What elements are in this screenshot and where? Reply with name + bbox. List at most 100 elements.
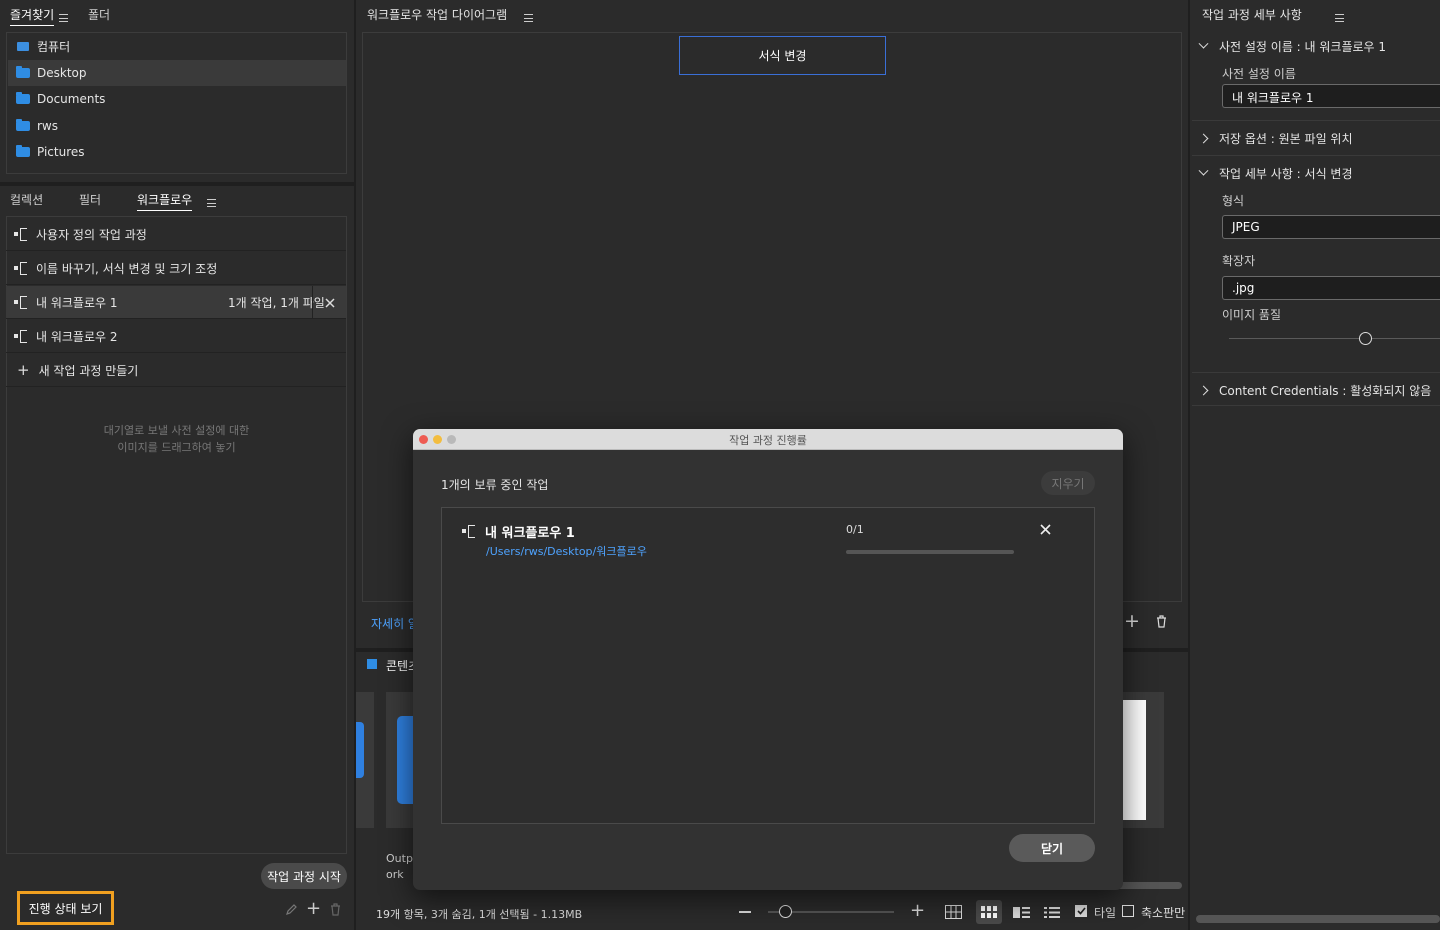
drop-hint-line-1: 대기열로 보낼 사전 설정에 대한	[103, 424, 250, 437]
remove-workflow-button[interactable]	[312, 286, 346, 319]
status-text: 19개 항목, 3개 숨김, 1개 선택됨 - 1.13MB	[376, 908, 583, 921]
add-workflow-icon[interactable]: +	[306, 898, 321, 919]
format-select[interactable]: JPEG	[1222, 215, 1440, 239]
thumbnails-only-checkbox[interactable]	[1122, 905, 1134, 917]
favorite-item-rws[interactable]: rws	[8, 113, 346, 139]
favorite-label: 컴퓨터	[37, 39, 71, 54]
folder-icon	[16, 92, 30, 104]
tile-checkbox[interactable]	[1075, 905, 1087, 917]
monitor-icon	[17, 41, 29, 51]
workflow-icon	[14, 296, 30, 309]
image-thumbnail-preview	[1122, 700, 1146, 820]
tab-filters[interactable]: 필터	[79, 191, 101, 208]
detail-view-button[interactable]	[1009, 901, 1033, 923]
divider	[1192, 155, 1440, 156]
add-task-icon[interactable]: +	[1124, 610, 1140, 632]
workflow-item-custom[interactable]: 사용자 정의 작업 과정	[6, 218, 346, 251]
list-icon	[1044, 906, 1060, 918]
task-details-section-header[interactable]: 작업 세부 사항 : 서식 변경	[1196, 157, 1440, 189]
job-list: 내 워크플로우 1 /Users/rws/Desktop/워크플로우 0/1	[441, 507, 1095, 824]
favorite-item-computer[interactable]: 컴퓨터	[8, 33, 346, 59]
favorite-label: rws	[37, 119, 58, 133]
start-workflow-button[interactable]: 작업 과정 시작	[261, 863, 347, 889]
details-title: 작업 과정 세부 사항	[1202, 8, 1302, 22]
workflow-item-my-workflow-1[interactable]: 내 워크플로우 1 1개 작업, 1개 파일	[6, 286, 346, 319]
favorites-menu-icon[interactable]	[59, 13, 68, 22]
tab-folders[interactable]: 폴더	[88, 6, 110, 23]
edit-icon[interactable]	[286, 904, 297, 915]
learn-more-link[interactable]: 자세히 알	[371, 615, 419, 632]
chevron-down-icon	[1198, 165, 1209, 176]
grid-icon	[944, 905, 962, 919]
diagram-title: 워크플로우 작업 다이어그램	[367, 8, 508, 22]
details-menu-icon[interactable]	[1335, 13, 1345, 22]
trash-icon[interactable]	[330, 903, 341, 916]
task-details-section-label: 작업 세부 사항 : 서식 변경	[1219, 166, 1353, 181]
divider	[1192, 120, 1440, 121]
diagram-node-format-change[interactable]: 서식 변경	[679, 36, 886, 75]
dialog-close-button[interactable]: 닫기	[1009, 834, 1095, 862]
diagram-node-label: 서식 변경	[758, 49, 807, 63]
folder-icon	[16, 119, 30, 131]
favorite-item-desktop[interactable]: Desktop	[8, 60, 346, 86]
view-progress-label: 진행 상태 보기	[28, 901, 103, 916]
extension-select[interactable]: .jpg	[1222, 276, 1440, 300]
favorite-label: Pictures	[37, 145, 85, 159]
tab-workflows[interactable]: 워크플로우	[137, 191, 193, 211]
thumbnails-only-label: 축소판만	[1141, 906, 1186, 920]
content-credentials-section-header[interactable]: Content Credentials : 활성화되지 않음	[1196, 374, 1440, 406]
details-scrollbar[interactable]	[1196, 915, 1440, 923]
divider	[1192, 372, 1440, 373]
image-quality-label: 이미지 품질	[1222, 308, 1282, 322]
list-view-button[interactable]	[1040, 901, 1064, 923]
pending-count: 1개의 보류 중인 작업	[441, 478, 549, 492]
format-label: 형식	[1222, 194, 1245, 208]
cancel-job-button[interactable]	[1040, 524, 1051, 538]
tab-collections[interactable]: 컬렉션	[10, 191, 43, 208]
diagram-menu-icon[interactable]	[523, 13, 533, 22]
grid-view-button[interactable]	[941, 901, 965, 923]
workflow-label: 이름 바꾸기, 서식 변경 및 크기 조정	[36, 261, 218, 276]
clear-button[interactable]: 지우기	[1041, 471, 1095, 495]
folder-thumbnail-icon	[397, 716, 414, 804]
save-options-section-label: 저장 옵션 : 원본 파일 위치	[1219, 131, 1353, 146]
zoom-in-button[interactable]: +	[910, 900, 925, 921]
zoom-out-button[interactable]	[739, 911, 751, 913]
zoom-slider-handle[interactable]	[779, 905, 792, 918]
chevron-right-icon	[1198, 133, 1209, 143]
favorite-item-pictures[interactable]: Pictures	[8, 139, 346, 165]
thumbnail-view-button[interactable]	[976, 900, 1002, 924]
view-progress-button[interactable]: 진행 상태 보기	[17, 891, 114, 925]
plus-icon: +	[17, 361, 30, 379]
workflow-icon	[14, 330, 30, 343]
new-workflow-button[interactable]: + 새 작업 과정 만들기	[6, 354, 346, 387]
favorite-label: Documents	[37, 92, 106, 106]
folder-thumbnail-partial[interactable]	[356, 722, 364, 778]
divider	[1192, 405, 1440, 406]
new-workflow-label: 새 작업 과정 만들기	[38, 363, 139, 378]
dialog-title: 작업 과정 진행률	[729, 434, 807, 447]
progress-dialog: 작업 과정 진행률 1개의 보류 중인 작업 지우기 내 워크플로우 1 /Us…	[413, 429, 1123, 890]
dialog-titlebar: 작업 과정 진행률	[413, 429, 1123, 450]
delete-task-icon[interactable]	[1156, 615, 1167, 628]
preset-section-header[interactable]: 사전 설정 이름 : 내 워크플로우 1	[1196, 30, 1440, 62]
workflow-label: 사용자 정의 작업 과정	[36, 227, 147, 242]
workflow-label: 내 워크플로우 2	[36, 329, 118, 344]
content-credentials-section-label: Content Credentials : 활성화되지 않음	[1219, 383, 1432, 398]
drop-hint: 대기열로 보낼 사전 설정에 대한 이미지를 드래그하여 놓기	[6, 422, 347, 456]
tab-favorites[interactable]: 즐겨찾기	[10, 6, 55, 26]
job-path-link[interactable]: /Users/rws/Desktop/워크플로우	[486, 543, 647, 559]
checkmark-icon	[1076, 907, 1086, 915]
image-quality-handle[interactable]	[1358, 332, 1372, 345]
workflow-item-rename-format[interactable]: 이름 바꾸기, 서식 변경 및 크기 조정	[6, 252, 346, 285]
job-name: 내 워크플로우 1	[485, 526, 575, 541]
workflow-menu-icon[interactable]	[206, 198, 216, 207]
workflow-icon	[14, 262, 30, 275]
save-options-section-header[interactable]: 저장 옵션 : 원본 파일 위치	[1196, 122, 1440, 154]
favorite-item-documents[interactable]: Documents	[8, 86, 346, 112]
workflow-icon	[462, 525, 478, 538]
workflow-item-my-workflow-2[interactable]: 내 워크플로우 2	[6, 320, 346, 353]
image-quality-track[interactable]	[1229, 338, 1440, 339]
preset-section-label: 사전 설정 이름 : 내 워크플로우 1	[1219, 39, 1387, 54]
preset-name-input[interactable]: 내 워크플로우 1	[1222, 84, 1440, 108]
